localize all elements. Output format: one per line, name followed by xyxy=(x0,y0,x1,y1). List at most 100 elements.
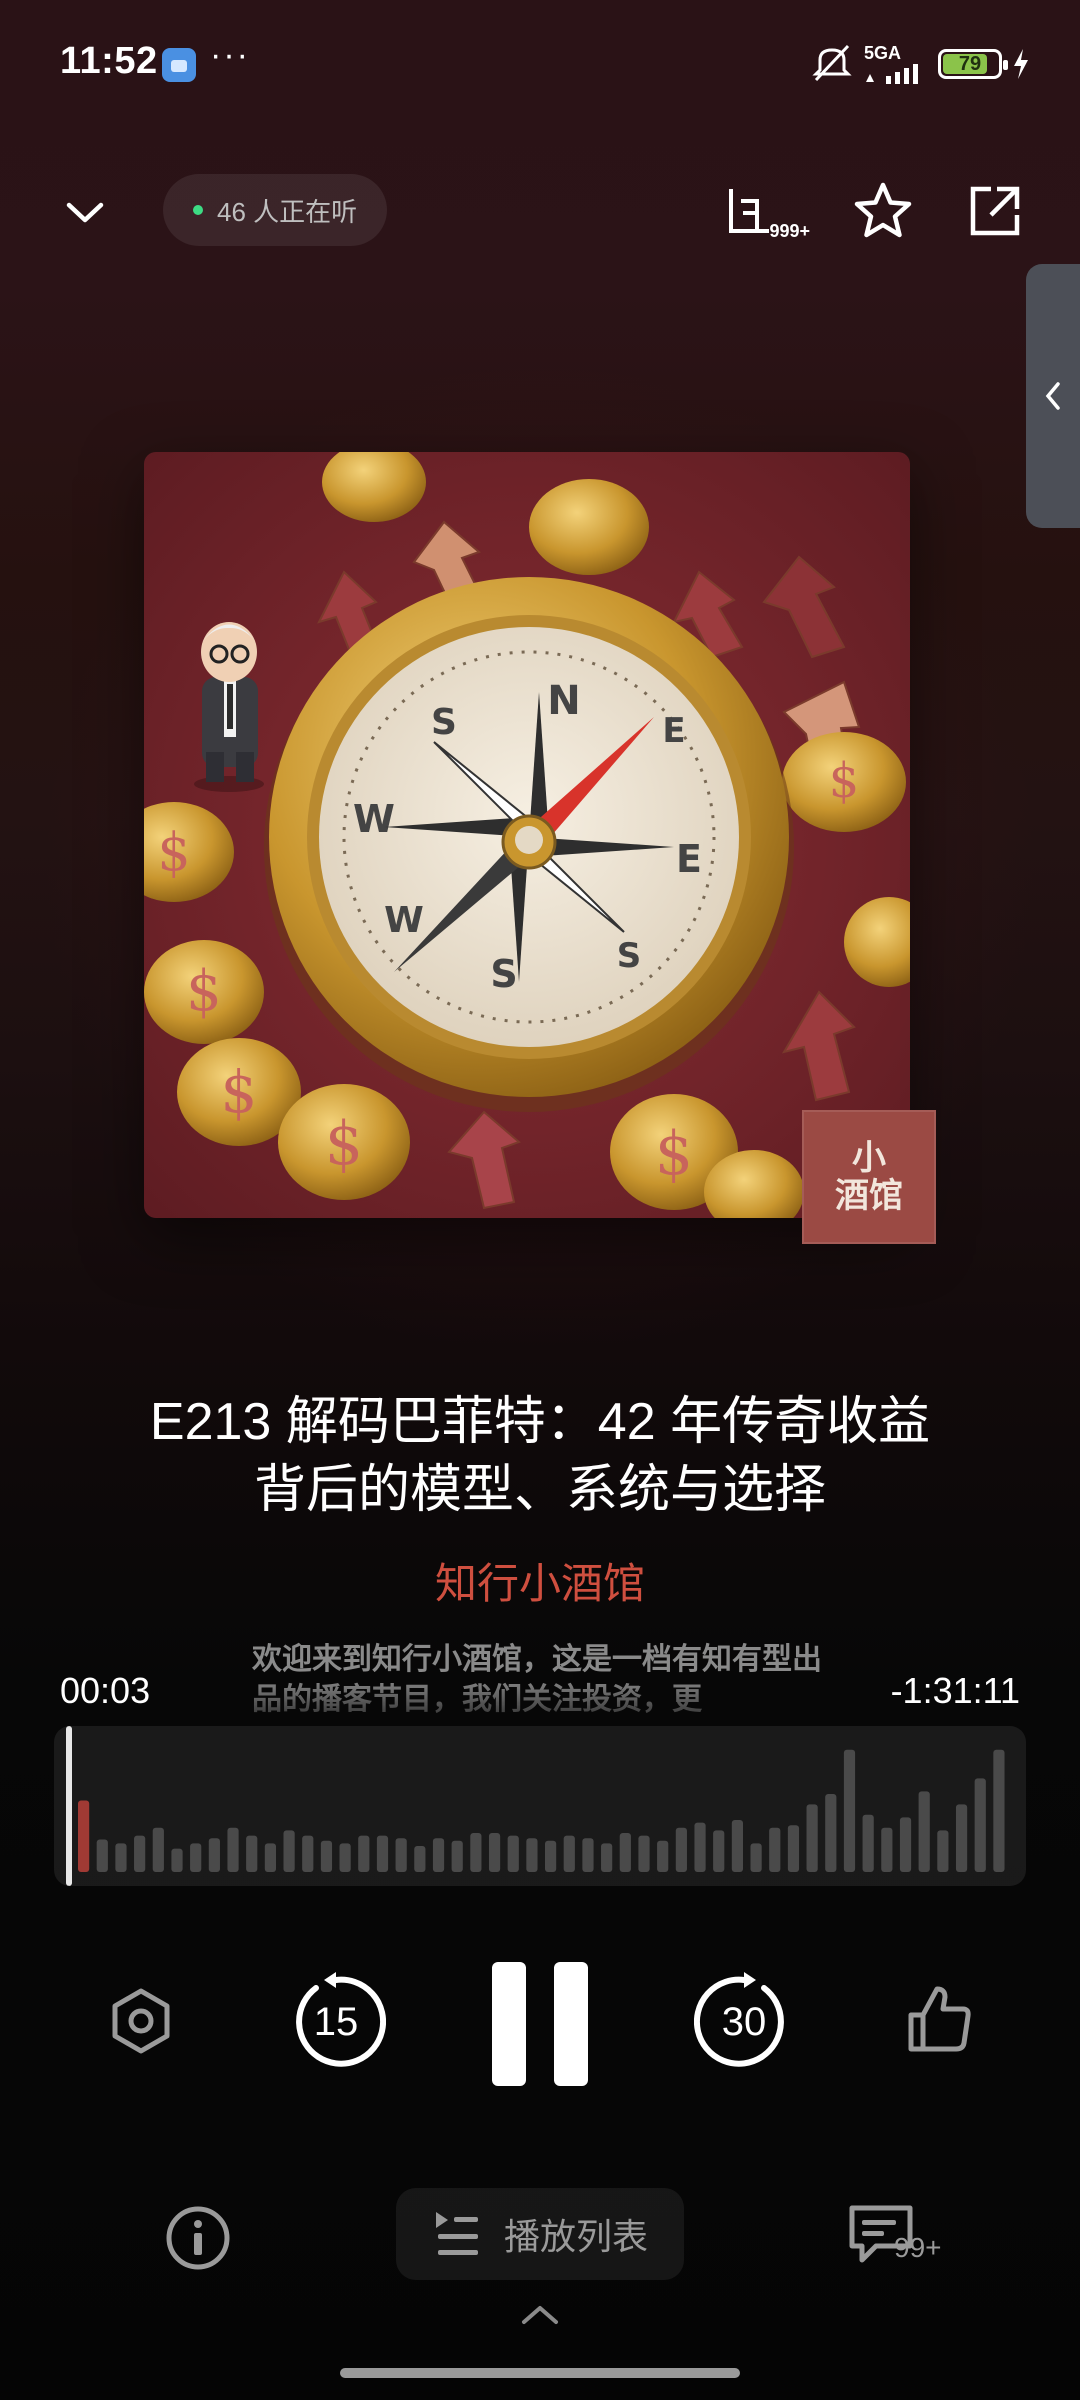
waveform-bar xyxy=(283,1830,295,1872)
elapsed-time: 00:03 xyxy=(60,1670,151,1711)
skip-back-button[interactable]: 15 xyxy=(286,1972,386,2072)
svg-text:S: S xyxy=(490,952,517,996)
logo-text-top: 小 xyxy=(852,1138,886,1178)
svg-text:S: S xyxy=(431,702,457,743)
expand-sheet-handle[interactable] xyxy=(518,2300,562,2328)
charging-icon xyxy=(1014,49,1028,79)
transcript-preview[interactable]: 欢迎来到知行小酒馆，这是一档有知有型出品的播客节目，我们关注投资，更 xyxy=(252,1640,832,1724)
signal-icon xyxy=(866,64,918,84)
signal-group: 5GA xyxy=(864,44,928,84)
playlist-label: 播放列表 xyxy=(503,2216,648,2257)
chevron-left-icon xyxy=(1045,382,1060,410)
svg-text:$: $ xyxy=(221,1058,258,1126)
svg-text:W: W xyxy=(384,900,424,941)
waveform-bar xyxy=(675,1827,687,1872)
waveform-bar xyxy=(470,1833,482,1872)
waveform-bar xyxy=(488,1833,501,1872)
waveform-bar xyxy=(414,1846,426,1872)
listeners-indicator[interactable]: 46 人正在听 xyxy=(163,174,388,246)
comments-button[interactable]: 99+ xyxy=(846,2200,956,2280)
subscribe-icon xyxy=(729,189,769,233)
svg-text:W: W xyxy=(353,797,395,841)
side-drawer-tab[interactable] xyxy=(1026,264,1080,528)
remaining-time: -1:31:11 xyxy=(890,1670,1020,1711)
svg-text:E: E xyxy=(676,837,702,881)
playback-speed-button[interactable] xyxy=(96,1976,186,2066)
waveform-bar xyxy=(507,1835,519,1872)
status-indicators: 5GA 79 xyxy=(810,44,1030,84)
waveform-bar xyxy=(376,1835,389,1872)
waveform-bar xyxy=(152,1827,164,1872)
svg-text:S: S xyxy=(617,936,642,976)
waveform-bar xyxy=(78,1800,90,1872)
episode-cover-art: $ $ $ $ $ $ N S E W E W S S xyxy=(144,452,910,1218)
playlist-button[interactable]: 播放列表 xyxy=(396,2188,684,2280)
waveform-bar xyxy=(881,1827,893,1872)
waveform-bar xyxy=(134,1835,146,1872)
pause-icon xyxy=(492,1962,526,2086)
waveform-bar xyxy=(750,1843,762,1872)
network-type: 5GA xyxy=(864,43,902,63)
waveform-bar xyxy=(657,1840,669,1872)
waveform-bar xyxy=(769,1827,781,1872)
waveform-bar xyxy=(974,1778,986,1872)
thumbs-up-icon xyxy=(908,1986,971,2052)
waveform-bar xyxy=(638,1835,650,1872)
waveform-bar xyxy=(731,1820,744,1872)
skip-forward-seconds: 30 xyxy=(721,1999,767,2044)
waveform-bar xyxy=(96,1839,108,1872)
bottom-bar: 播放列表 99+ xyxy=(0,2188,1080,2288)
episode-info-button[interactable] xyxy=(160,2200,236,2276)
waveform-bar xyxy=(899,1817,912,1872)
cover-illustration: $ $ $ $ $ $ N S E W E W S S xyxy=(144,452,910,1218)
battery-cap xyxy=(1003,60,1008,70)
waveform-bar xyxy=(806,1804,818,1872)
waveform-bar xyxy=(227,1827,239,1872)
playhead-handle[interactable] xyxy=(66,1726,72,1886)
waveform-scrubber[interactable] xyxy=(54,1726,1026,1886)
waveform-bar xyxy=(955,1804,968,1872)
waveform-bar xyxy=(787,1825,800,1872)
status-time: 11:52 xyxy=(60,40,158,82)
more-notifications-icon: ··· xyxy=(210,36,250,74)
waveform-bar xyxy=(601,1843,613,1872)
waveform-bar xyxy=(918,1791,930,1872)
compass: N S E W E W S S xyxy=(264,577,794,1112)
chevron-up-icon xyxy=(522,2306,558,2324)
status-bar: 11:52 ··· 5GA 79 xyxy=(0,0,1080,130)
svg-text:$: $ xyxy=(157,823,190,883)
waveform-bars xyxy=(78,1749,1005,1872)
waveform-bar xyxy=(526,1838,538,1872)
waveform-bar xyxy=(993,1749,1005,1872)
collapse-button[interactable] xyxy=(52,180,118,246)
share-icon xyxy=(970,186,1020,236)
pause-button[interactable] xyxy=(480,1950,600,2090)
home-indicator[interactable] xyxy=(340,2368,740,2378)
pause-icon-bar xyxy=(554,1962,588,2086)
share-button[interactable] xyxy=(960,176,1030,246)
battery-icon: 79 xyxy=(938,49,1008,79)
waveform-bar xyxy=(358,1835,370,1872)
waveform-bar xyxy=(451,1840,463,1872)
listeners-count: 46 人正在听 xyxy=(217,196,358,227)
app-notification-icon xyxy=(162,48,196,82)
svg-text:$: $ xyxy=(186,959,222,1024)
waveform-bar xyxy=(208,1838,220,1872)
waveform-bar xyxy=(395,1838,407,1872)
waveform-bar xyxy=(713,1830,725,1872)
waveform-bar xyxy=(264,1843,277,1872)
player-screen: 11:52 ··· 5GA 79 46 人正在听 999+ $ $ $ $ $ … xyxy=(0,0,1080,2400)
battery-level: 79 xyxy=(958,52,982,75)
subscribe-button[interactable]: 999+ xyxy=(712,176,810,246)
svg-text:N: N xyxy=(547,678,580,724)
skip-forward-button[interactable]: 30 xyxy=(694,1972,794,2072)
logo-text-bottom: 酒馆 xyxy=(835,1176,903,1216)
waveform-bar xyxy=(339,1843,351,1872)
waveform-bar xyxy=(619,1833,631,1872)
speed-icon xyxy=(112,1988,170,2054)
favorite-button[interactable] xyxy=(848,176,918,246)
subscribe-count: 999+ xyxy=(769,221,810,241)
podcast-name[interactable]: 知行小酒馆 xyxy=(0,1550,1080,1611)
like-button[interactable] xyxy=(894,1974,984,2064)
star-icon xyxy=(854,182,912,238)
